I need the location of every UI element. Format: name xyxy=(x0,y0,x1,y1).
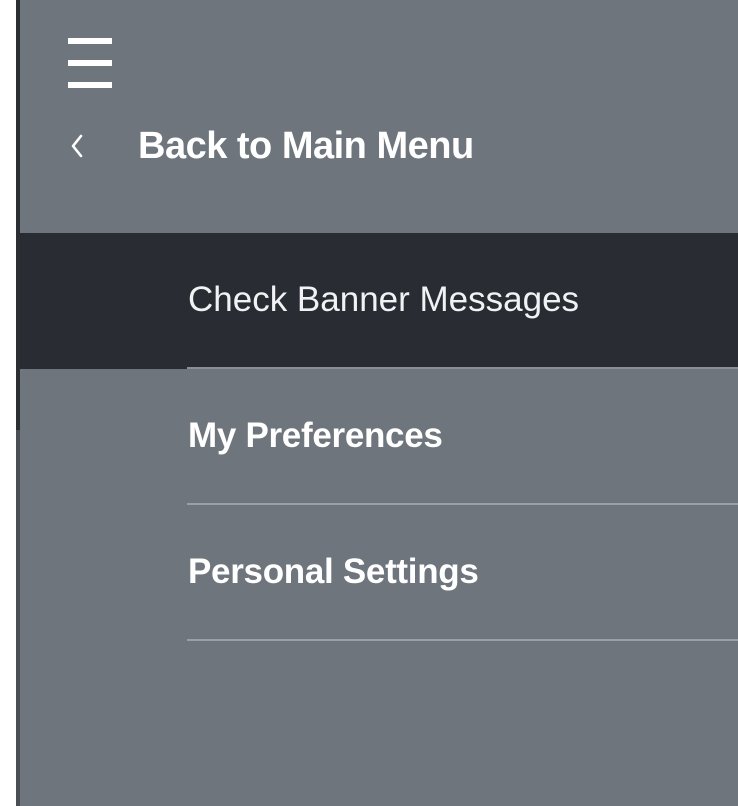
hamburger-bar xyxy=(68,60,112,66)
hamburger-icon[interactable] xyxy=(68,38,112,92)
hamburger-bar xyxy=(68,38,112,44)
menu-item-my-preferences[interactable]: My Preferences xyxy=(20,369,738,505)
hamburger-bar xyxy=(68,82,112,88)
menu-divider xyxy=(187,639,738,641)
menu-item-label: Check Banner Messages xyxy=(188,280,580,319)
chevron-left-svg xyxy=(71,134,83,158)
chevron-left-icon xyxy=(60,116,94,176)
back-link-label: Back to Main Menu xyxy=(138,124,474,167)
page: Back to Main Menu Check Banner Messages … xyxy=(0,0,738,806)
menu-item-check-banner-messages[interactable]: Check Banner Messages xyxy=(20,233,738,369)
menu-item-label: Personal Settings xyxy=(188,552,479,591)
menu-item-personal-settings[interactable]: Personal Settings xyxy=(20,505,738,641)
menu-item-label: My Preferences xyxy=(188,416,443,455)
submenu-list: Check Banner Messages My Preferences Per… xyxy=(20,233,738,641)
left-edge xyxy=(0,0,20,806)
side-menu-panel: Back to Main Menu Check Banner Messages … xyxy=(20,0,738,806)
back-to-main-menu-link[interactable]: Back to Main Menu xyxy=(60,116,580,176)
